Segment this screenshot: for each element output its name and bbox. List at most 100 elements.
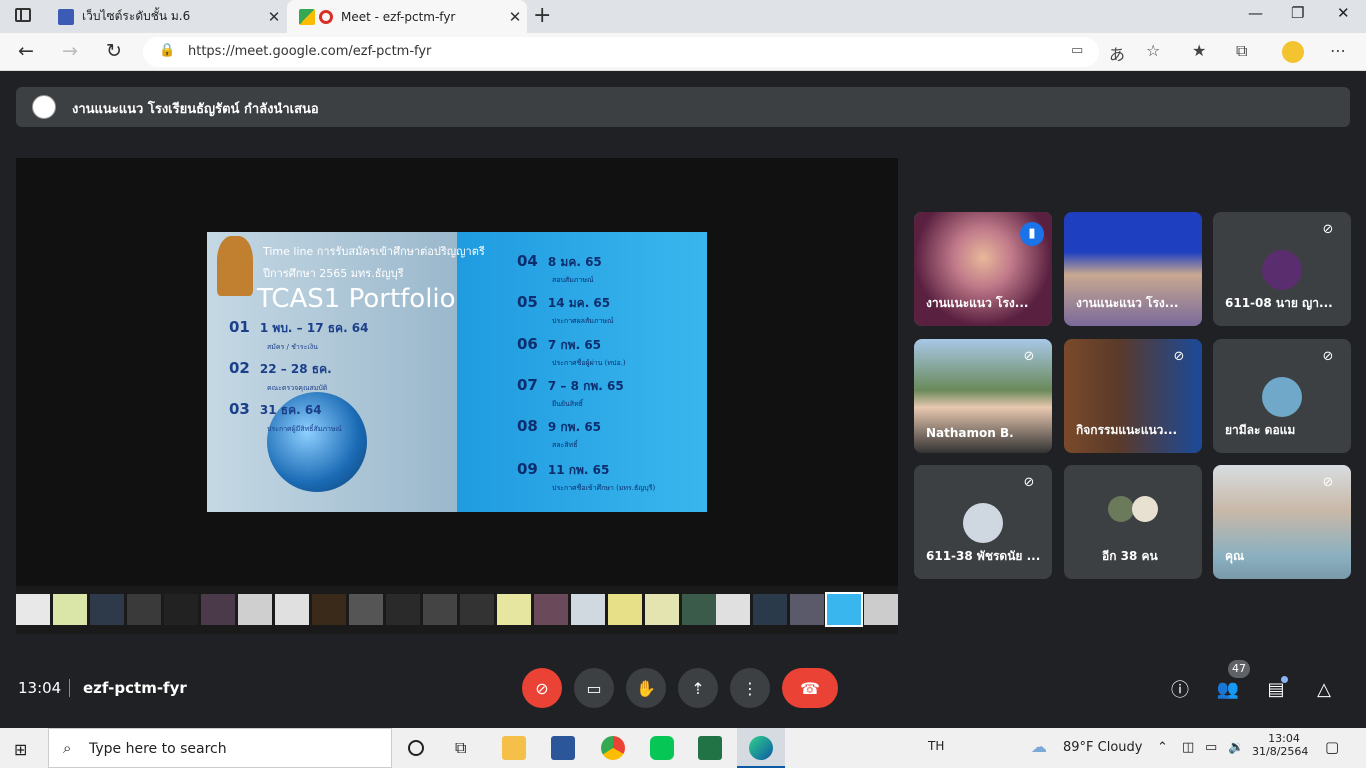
participant-name: ยามีละ ดอแม [1225,423,1296,437]
camera-permission-icon[interactable]: ▭ [1071,43,1083,58]
participant-name: คุณ [1225,549,1245,563]
slide-thumbnail[interactable] [90,594,124,625]
timeline-step: 09 11 กพ. 65 [517,460,609,480]
input-language[interactable]: TH [928,739,944,753]
mic-off-icon: ⊘ [535,678,549,698]
slide-thumbnail[interactable] [571,594,605,625]
slide-thumbnail[interactable] [753,594,787,625]
new-tab-icon[interactable]: + [533,3,551,28]
more-participants-label: อีก 38 คน [1102,549,1158,563]
maximize-icon[interactable]: ❐ [1291,4,1304,22]
cortana-icon[interactable] [408,740,424,756]
slide-thumbnail[interactable] [460,594,494,625]
task-view-icon[interactable]: ⧉ [455,738,466,758]
taskbar-search[interactable]: ⌕ Type here to search [48,728,392,768]
slide-thumbnail[interactable] [645,594,679,625]
slide-thumbnail[interactable] [349,594,383,625]
participant-tile[interactable]: ⊘ 611-38 พัชรดนัย ... [914,465,1052,579]
line-icon[interactable] [650,736,674,760]
tab-class-website[interactable]: เว็บไซต์ระดับชั้น ม.6 ✕ [46,0,286,33]
activities-icon[interactable]: △ [1309,674,1339,704]
step-date: 1 พบ. – 17 ธค. 64 [259,321,369,335]
participant-avatar [1108,496,1134,522]
slide-thumbnail[interactable] [312,594,346,625]
slide-thumbnail[interactable] [423,594,457,625]
chevron-up-icon[interactable]: ⌃ [1157,740,1168,755]
weather-text[interactable]: 89°F Cloudy [1063,740,1142,755]
notifications-icon[interactable]: ▢ [1325,738,1339,756]
participant-tile[interactable]: งานแนะแนว โรง... [1064,212,1202,326]
slide-thumbnail[interactable] [127,594,161,625]
read-aloud-icon[interactable]: あ [1109,41,1125,65]
leave-call-button[interactable]: ☎ [782,668,838,708]
mic-off-icon: ⊘ [1023,475,1035,490]
volume-icon[interactable]: 🔉 [1228,740,1244,755]
step-note: สละสิทธิ์ [552,441,578,449]
step-date: 7 – 8 กพ. 65 [547,379,624,393]
slide-thumbnail[interactable] [497,594,531,625]
participant-avatar [1132,496,1158,522]
file-explorer-icon[interactable] [502,736,526,760]
back-icon[interactable]: ← [18,40,34,62]
reload-icon[interactable]: ↻ [106,40,122,62]
step-number: 02 [229,359,250,377]
url-field[interactable]: 🔒 https://meet.google.com/ezf-pctm-fyr ▭ [143,37,1099,67]
participant-tile[interactable]: ⊘ กิจกรรมแนะแนว... [1064,339,1202,453]
meeting-details-icon[interactable]: ⓘ [1165,674,1195,704]
forward-icon[interactable]: → [62,40,78,62]
step-number: 07 [517,376,538,394]
participant-tile[interactable]: ⊘ Nathamon B. [914,339,1052,453]
slide-thumbnail[interactable] [201,594,235,625]
slide-thumbnail[interactable] [716,594,750,625]
clock[interactable]: 13:04 31/8/2564 [1252,732,1308,758]
excel-icon[interactable] [698,736,722,760]
present-button[interactable]: ⇡ [678,668,718,708]
step-date: 11 กพ. 65 [547,463,610,477]
add-favorite-icon[interactable]: ☆ [1146,41,1160,60]
close-window-icon[interactable]: ✕ [1337,4,1350,22]
slide-thumbnail[interactable] [53,594,87,625]
slide-thumbnail[interactable] [238,594,272,625]
more-menu-icon[interactable]: ⋯ [1330,41,1346,60]
close-tab-icon[interactable]: ✕ [262,8,286,26]
collections-icon[interactable]: ⧉ [1236,41,1247,61]
search-icon: ⌕ [63,739,72,757]
tab-meet[interactable]: Meet - ezf-pctm-fyr ✕ [287,0,527,34]
participant-avatar [963,503,1003,543]
participant-tile[interactable]: ⊘ 611-08 นาย ญา... [1213,212,1351,326]
close-tab-icon[interactable]: ✕ [503,8,527,26]
windows-start-icon[interactable]: ⊞ [14,740,27,759]
more-participants-tile[interactable]: อีก 38 คน [1064,465,1202,579]
slide-thumbnail[interactable] [790,594,824,625]
slide-thumbnail[interactable] [275,594,309,625]
chrome-icon[interactable] [601,736,625,760]
slide-thumbnail[interactable] [864,594,898,625]
step-date: 9 กพ. 65 [547,420,602,434]
slide-thumbnail[interactable] [682,594,716,625]
favorites-icon[interactable]: ★ [1192,41,1206,60]
slide-thumbnail[interactable] [534,594,568,625]
self-view-tile[interactable]: ⊘ คุณ [1213,465,1351,579]
slide-thumbnail[interactable] [16,594,50,625]
slide-thumbnail-active[interactable] [825,592,863,627]
mic-off-icon: ⊘ [1173,349,1185,364]
raise-hand-button[interactable]: ✋ [626,668,666,708]
tab-actions-icon[interactable] [15,8,31,22]
slide-thumbnail[interactable] [608,594,642,625]
security-icon[interactable]: ◫ [1182,740,1194,755]
more-options-button[interactable]: ⋮ [730,668,770,708]
minimize-icon[interactable]: — [1248,4,1263,22]
mic-off-button[interactable]: ⊘ [522,668,562,708]
battery-icon[interactable]: ▭ [1205,740,1217,755]
edge-taskbar-active[interactable] [737,728,785,768]
people-icon[interactable]: 👥 [1213,674,1243,704]
camera-button[interactable]: ▭ [574,668,614,708]
participant-tile[interactable]: ▮ งานแนะแนว โรง... [914,212,1052,326]
profile-avatar[interactable] [1282,41,1304,63]
word-icon[interactable] [551,736,575,760]
timeline-step: 08 9 กพ. 65 [517,417,601,437]
slide-thumbnail[interactable] [164,594,198,625]
slide-thumbnail[interactable] [386,594,420,625]
participant-tile[interactable]: ⊘ ยามีละ ดอแม [1213,339,1351,453]
slide-thumbnail-strip[interactable] [16,586,898,634]
